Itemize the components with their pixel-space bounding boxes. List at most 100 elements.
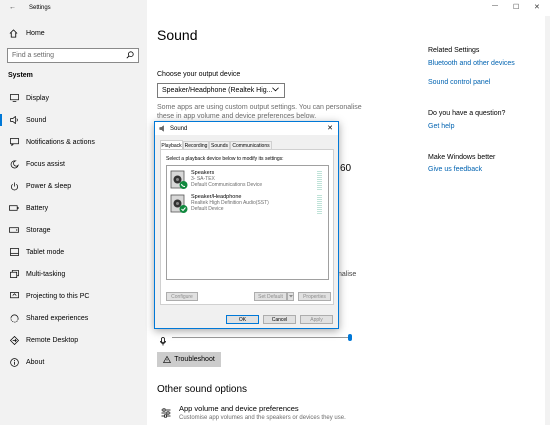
output-device-dropdown[interactable]: Speaker/Headphone (Realtek Hig... [157,83,285,98]
back-arrow-icon[interactable]: ← [9,4,16,11]
tablet-icon [8,248,20,256]
search-icon [126,51,134,61]
sidebar-item-tablet-mode[interactable]: Tablet mode [0,243,147,261]
sidebar-item-label: About [26,358,45,366]
about-icon [8,357,20,367]
level-meter [317,195,322,214]
dialog-close-icon[interactable]: ✕ [327,124,333,132]
troubleshoot-label: Troubleshoot [174,356,215,363]
output-device-value: Speaker/Headphone (Realtek Hig... [162,87,273,94]
home-icon [9,28,18,38]
list-item[interactable]: Speakers 3- SA-TEX Default Communication… [169,170,326,192]
display-icon [8,94,20,102]
question-title: Do you have a question? [428,110,506,117]
remote-desktop-icon [8,335,20,345]
cancel-button[interactable]: Cancel [263,315,296,324]
power-icon [8,181,20,191]
troubleshoot-button[interactable]: Troubleshoot [157,352,221,367]
section-title: System [8,72,33,79]
feedback-link[interactable]: Give us feedback [428,166,482,173]
sidebar-item-label: Sound [26,116,47,124]
minimize-button[interactable]: — [492,3,498,9]
apply-button[interactable]: Apply [300,315,333,324]
ok-button[interactable]: OK [226,315,259,324]
sidebar-item-shared-experiences[interactable]: Shared experiences [0,309,147,327]
search-input[interactable]: Find a setting [7,48,139,63]
device-status: Default Communications Device [191,182,263,188]
output-device-label: Choose your output device [157,71,241,78]
partial-text: nalise [338,271,357,278]
settings-sidebar: ← Settings Home Find a setting System Di… [0,0,147,425]
microphone-level-track [172,337,350,338]
projecting-icon [8,292,20,300]
other-sound-options-title: Other sound options [157,384,248,395]
instruction-text: Select a playback device below to modify… [166,156,284,162]
home-label: Home [26,29,45,37]
dialog-titlebar: Sound ✕ [155,122,338,135]
chevron-down-icon [288,295,293,298]
sidebar-item-power[interactable]: Power & sleep [0,177,147,195]
sound-control-panel-link[interactable]: Sound control panel [428,79,490,86]
search-placeholder: Find a setting [12,52,55,59]
sidebar-item-label: Focus assist [26,160,65,168]
sidebar-item-label: Tablet mode [26,248,65,256]
custom-output-note-line: Some apps are using custom output settin… [157,104,362,111]
sidebar-item-label: Display [26,94,49,102]
close-button[interactable]: ✕ [534,3,540,11]
sidebar-item-display[interactable]: Display [0,89,147,107]
maximize-button[interactable]: ☐ [513,3,519,11]
speaker-device-icon [170,194,188,219]
dialog-title: Sound [170,125,188,132]
sidebar-item-notifications[interactable]: Notifications & actions [0,133,147,151]
sidebar-item-label: Storage [26,226,51,234]
sidebar-item-label: Remote Desktop [26,336,79,344]
app-volume-description: Customise app volumes and the speakers o… [179,415,346,421]
warning-icon [163,356,172,363]
configure-button[interactable]: Configure [166,292,198,301]
device-list: Speakers 3- SA-TEX Default Communication… [166,165,329,280]
battery-icon [8,205,20,211]
microphone-icon [160,333,166,351]
speaker-icon [159,125,166,132]
app-volume-icon [161,405,171,423]
volume-value-partial: 60 [340,163,352,174]
sidebar-item-sound[interactable]: Sound [0,111,147,129]
sidebar-item-label: Projecting to this PC [26,292,90,300]
sidebar-item-multitasking[interactable]: Multi-tasking [0,265,147,283]
chevron-down-icon [272,87,279,94]
set-default-dropdown[interactable] [287,292,294,301]
sound-icon [8,116,20,124]
speaker-device-icon [170,170,188,195]
scrollbar[interactable] [545,16,550,425]
list-item[interactable]: Speaker/Headphone Realtek High Definitio… [169,194,326,216]
custom-output-note-line: these in app volume and device preferenc… [157,113,317,120]
storage-icon [8,227,20,233]
app-volume-link[interactable]: App volume and device preferences [179,404,299,413]
sidebar-item-storage[interactable]: Storage [0,221,147,239]
related-settings-title: Related Settings [428,47,480,54]
sidebar-item-projecting[interactable]: Projecting to this PC [0,287,147,305]
bluetooth-devices-link[interactable]: Bluetooth and other devices [428,60,515,67]
sidebar-item-label: Multi-tasking [26,270,66,278]
sidebar-item-label: Power & sleep [26,182,72,190]
notifications-icon [8,138,20,146]
make-windows-better-title: Make Windows better [428,154,496,161]
page-title: Sound [157,27,198,43]
sidebar-item-remote-desktop[interactable]: Remote Desktop [0,331,147,349]
properties-button[interactable]: Properties [298,292,331,301]
level-meter [317,171,322,190]
sidebar-item-label: Battery [26,204,49,212]
shared-icon [8,314,20,323]
device-status: Default Device [191,206,224,212]
set-default-button[interactable]: Set Default [254,292,287,301]
focus-assist-icon [8,160,20,169]
slider-thumb[interactable] [348,334,352,341]
custom-output-note: Some apps are using custom output settin… [157,103,362,121]
sidebar-item-battery[interactable]: Battery [0,199,147,217]
home-nav-item[interactable]: Home [0,25,147,41]
sidebar-item-label: Notifications & actions [26,138,95,146]
get-help-link[interactable]: Get help [428,123,454,130]
sidebar-item-about[interactable]: About [0,353,147,371]
playback-panel: Select a playback device below to modify… [160,149,334,305]
sidebar-item-focus-assist[interactable]: Focus assist [0,155,147,173]
